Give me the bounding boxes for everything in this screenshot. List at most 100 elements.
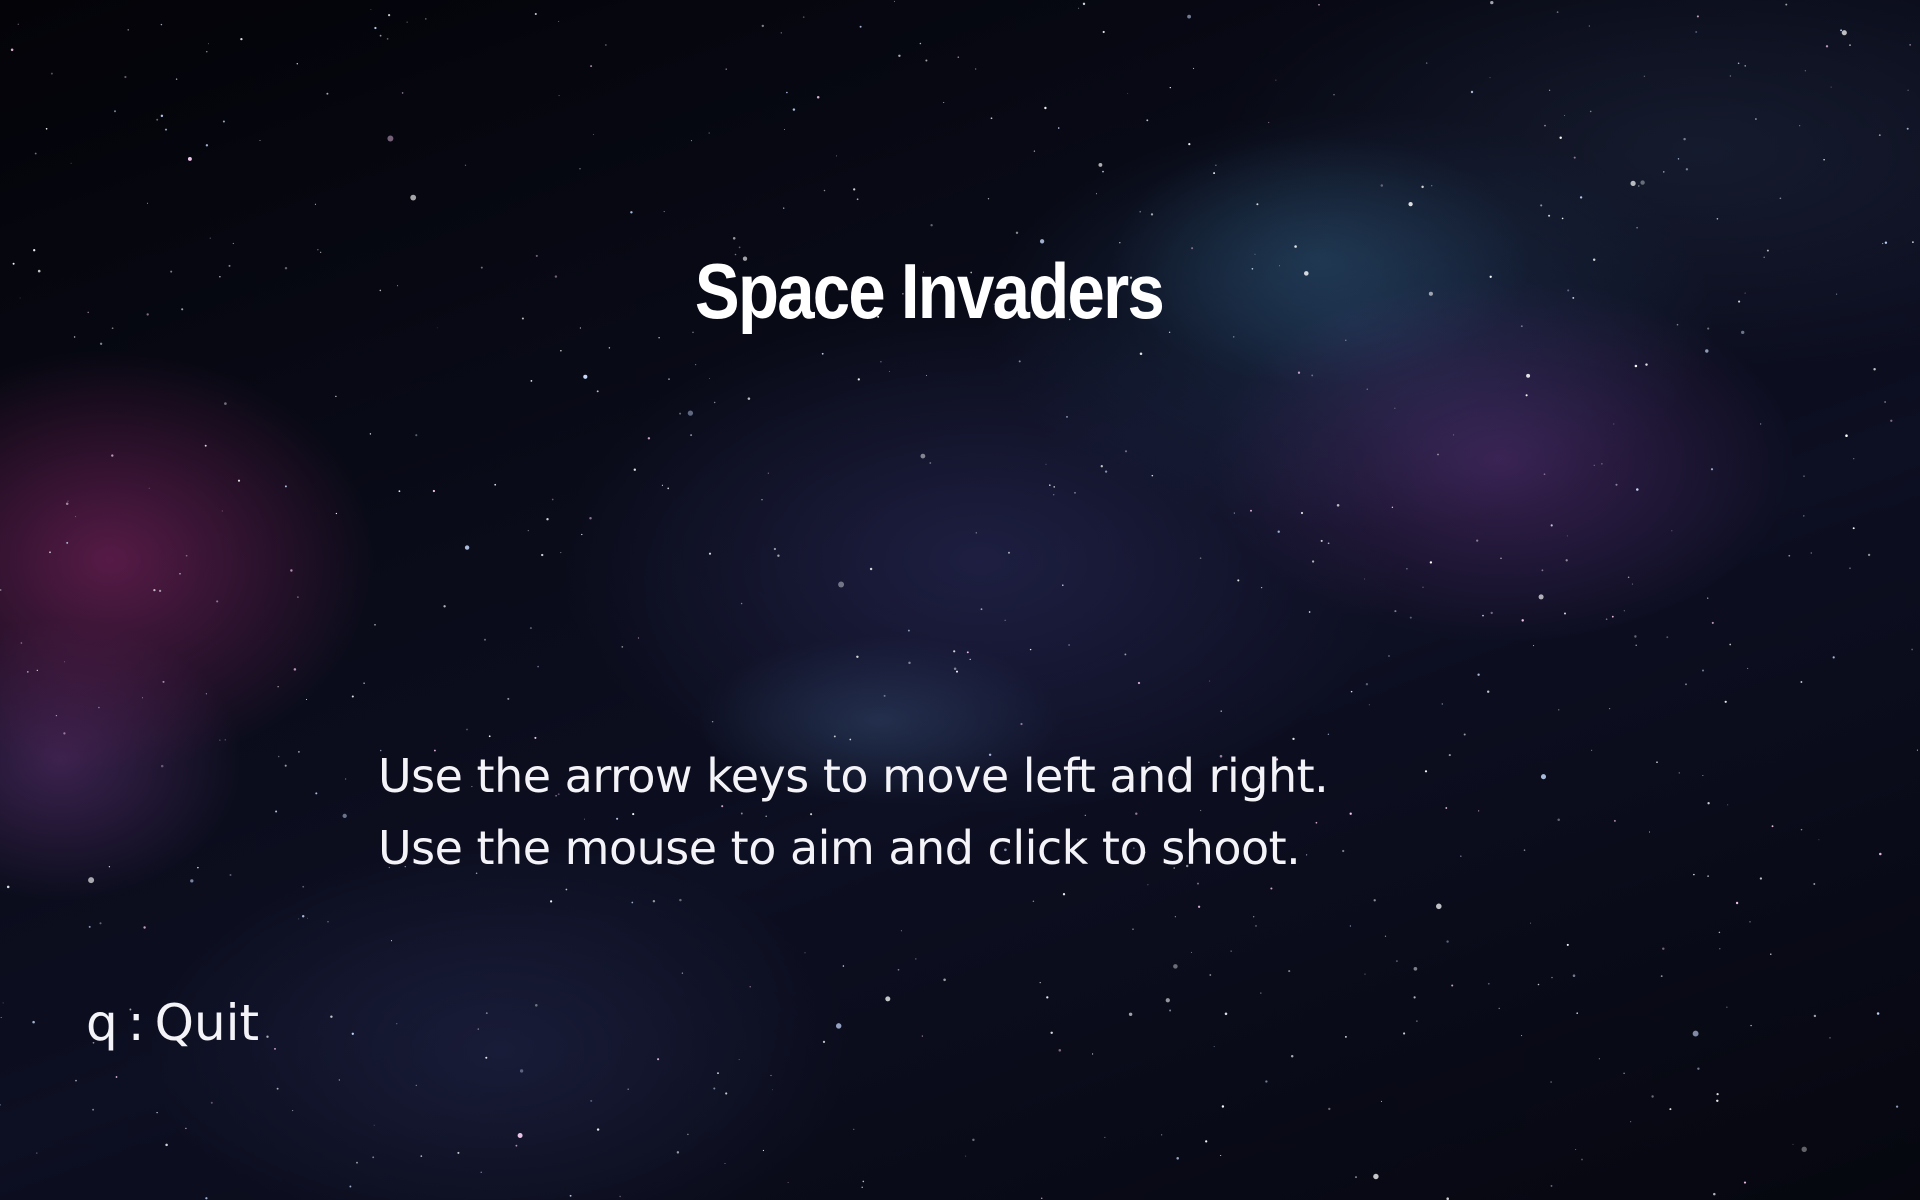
star <box>1558 709 1560 711</box>
star <box>838 581 845 588</box>
star <box>690 434 693 437</box>
star <box>1188 143 1191 146</box>
star <box>66 541 69 544</box>
star <box>1053 486 1055 488</box>
star <box>1373 1173 1379 1180</box>
star <box>1015 231 1019 235</box>
star <box>1635 644 1637 647</box>
star <box>1040 1197 1043 1199</box>
star <box>185 554 188 557</box>
star <box>724 1163 726 1165</box>
star <box>1630 1121 1632 1123</box>
star <box>762 1149 764 1152</box>
star <box>1213 172 1216 175</box>
star <box>537 665 539 668</box>
star <box>477 1028 479 1030</box>
star <box>162 680 165 683</box>
star <box>1220 710 1222 712</box>
star <box>1265 1080 1268 1083</box>
star <box>1548 214 1551 217</box>
star <box>1744 65 1746 67</box>
star <box>415 1084 417 1087</box>
star <box>1581 1158 1583 1161</box>
star <box>1693 873 1695 876</box>
star <box>560 552 562 554</box>
star <box>484 638 486 641</box>
star <box>1593 464 1595 466</box>
star <box>1912 241 1914 243</box>
star <box>1062 584 1064 586</box>
star <box>1395 960 1398 963</box>
star <box>921 1035 923 1037</box>
star <box>1713 1192 1716 1196</box>
star <box>605 44 607 46</box>
star <box>1779 197 1782 200</box>
quit-hint[interactable]: q: Quit <box>86 994 259 1052</box>
star <box>1832 656 1835 659</box>
star <box>338 1079 340 1081</box>
star <box>1453 434 1455 436</box>
star <box>406 21 408 23</box>
star <box>26 671 29 673</box>
star <box>596 390 599 393</box>
star <box>466 728 468 731</box>
star <box>75 1079 77 1082</box>
star <box>767 472 769 474</box>
star <box>1916 749 1918 751</box>
star <box>1477 673 1480 676</box>
star <box>1032 900 1035 903</box>
star <box>142 697 144 699</box>
star <box>1785 3 1788 6</box>
star <box>667 487 670 490</box>
star <box>1895 1105 1899 1108</box>
star <box>1147 884 1149 886</box>
star <box>374 624 376 626</box>
star <box>205 144 209 147</box>
star <box>1533 645 1535 647</box>
star <box>296 62 299 65</box>
star <box>1169 86 1171 89</box>
star <box>1726 1006 1728 1008</box>
star <box>1053 494 1055 496</box>
star <box>1336 504 1340 507</box>
star <box>1487 690 1490 693</box>
star <box>190 879 194 883</box>
star <box>222 120 225 123</box>
star <box>293 668 297 671</box>
star <box>464 164 467 166</box>
star <box>205 693 207 695</box>
star <box>880 361 882 363</box>
star <box>770 1074 772 1077</box>
star <box>679 898 682 902</box>
star <box>679 412 682 415</box>
star <box>560 350 562 352</box>
star <box>885 996 891 1002</box>
star <box>551 498 554 501</box>
star <box>99 342 103 345</box>
star <box>541 553 544 557</box>
star <box>1692 1030 1699 1037</box>
star <box>351 1032 354 1035</box>
star <box>232 242 234 245</box>
star <box>1550 1184 1553 1187</box>
star <box>1237 579 1240 582</box>
star <box>690 140 692 142</box>
star <box>369 433 372 435</box>
instructions-text: Use the arrow keys to move left and righ… <box>378 740 1329 884</box>
star <box>1482 614 1484 617</box>
star <box>1437 453 1439 456</box>
star <box>208 43 209 45</box>
star <box>1634 635 1637 638</box>
star <box>1696 15 1699 18</box>
star <box>1550 524 1553 527</box>
star <box>209 237 211 239</box>
star <box>1695 31 1698 33</box>
star <box>1288 970 1291 973</box>
star <box>160 764 164 768</box>
star <box>1747 667 1749 669</box>
star <box>583 374 588 379</box>
star <box>1605 618 1608 620</box>
star <box>1716 1092 1719 1096</box>
star <box>749 986 751 988</box>
star <box>1836 293 1838 295</box>
